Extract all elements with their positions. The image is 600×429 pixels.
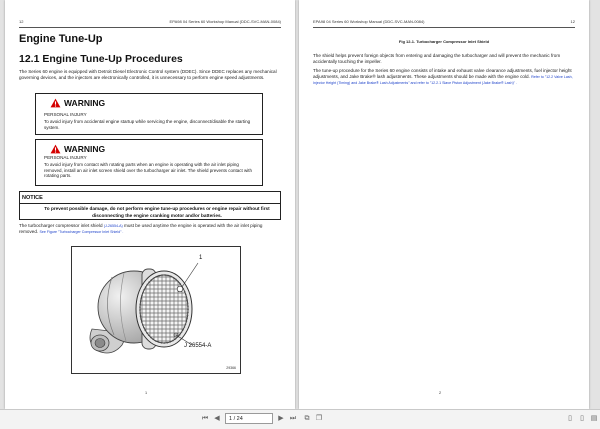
shield-purpose-paragraph: The shield helps prevent foreign objects… [313, 53, 561, 64]
header-rule [19, 27, 281, 28]
section-title: 12.1 Engine Tune-Up Procedures [19, 53, 183, 65]
continuous-view-icon[interactable]: ▤ [589, 413, 599, 425]
figure-callout-tool: J 26554-A [184, 343, 212, 349]
warning-box-rotating-parts: WARNING PERSONAL INJURY To avoid injury … [35, 139, 263, 186]
running-header-page-number: 12 [19, 19, 24, 24]
warning-box-startup: WARNING PERSONAL INJURY To avoid injury … [35, 93, 263, 135]
warning-triangle-icon [50, 98, 61, 108]
figure-reference-link[interactable]: See Figure "Turbocharger Compressor Inle… [39, 230, 123, 234]
pages-icon[interactable]: ❐ [314, 413, 324, 425]
header-rule [313, 27, 575, 28]
warning-body: To avoid injury from accidental engine s… [44, 119, 251, 130]
document-viewport[interactable]: 12 EPA98 04 Series 60 Workshop Manual (D… [0, 0, 600, 409]
figure-number: 29366 [226, 366, 236, 370]
viewer-toolbar: ⏮ ◀ 1 / 24 ▶ ⏭ ⧉ ❐ ▯ ▯ ▤ [0, 409, 600, 429]
page-right: EPA98 04 Series 60 Workshop Manual (DDC-… [299, 0, 589, 409]
page-footer-number: 2 [439, 391, 442, 395]
previous-page-button[interactable]: ◀ [212, 413, 222, 425]
running-header-page-number: 12 [570, 19, 575, 24]
warning-title: WARNING [64, 144, 106, 154]
two-page-view-icon[interactable]: ▯ [577, 413, 587, 425]
figure-caption: Fig 12-1. Turbocharger Compressor Inlet … [398, 39, 490, 44]
last-page-button[interactable]: ⏭ [288, 413, 298, 425]
single-page-view-icon[interactable]: ▯ [565, 413, 575, 425]
shield-part-number: (J-26554-A) [103, 224, 123, 228]
first-page-button[interactable]: ⏮ [200, 413, 210, 425]
page-number-field[interactable]: 1 / 24 [225, 413, 273, 424]
warning-subtitle: PERSONAL INJURY [44, 155, 87, 160]
notice-title: NOTICE [22, 195, 43, 201]
warning-triangle-icon [50, 144, 61, 154]
turbocharger-illustration [89, 262, 199, 354]
notice-box: NOTICE To prevent possible damage, do no… [19, 191, 281, 220]
shield-paragraph: The turbocharger compressor inlet shield… [19, 223, 281, 235]
page-footer-number: 1 [145, 391, 148, 395]
warning-subtitle: PERSONAL INJURY [44, 112, 87, 117]
copy-icon[interactable]: ⧉ [302, 413, 312, 425]
notice-rule [20, 203, 280, 204]
tune-up-paragraph: The tune-up procedure for the Series 60 … [313, 68, 575, 86]
running-header-manual-title: EPA98 04 Series 60 Workshop Manual (DDC-… [313, 19, 425, 24]
figure-callout-number: 1 [199, 255, 203, 261]
notice-body: To prevent possible damage, do not perfo… [44, 206, 270, 218]
next-page-button[interactable]: ▶ [276, 413, 286, 425]
warning-body: To avoid injury from contact with rotati… [44, 162, 253, 179]
shield-text-start: The turbocharger compressor inlet shield [19, 223, 103, 228]
warning-title: WARNING [64, 98, 106, 108]
running-header-manual-title: EPA98 04 Series 60 Workshop Manual (DDC-… [169, 19, 281, 24]
chapter-title: Engine Tune-Up [19, 33, 103, 45]
page-left: 12 EPA98 04 Series 60 Workshop Manual (D… [5, 0, 295, 409]
intro-paragraph: The Series 60 engine is equipped with De… [19, 69, 277, 80]
turbocharger-shield-figure: 1 J 26554-A 29366 [71, 246, 241, 374]
